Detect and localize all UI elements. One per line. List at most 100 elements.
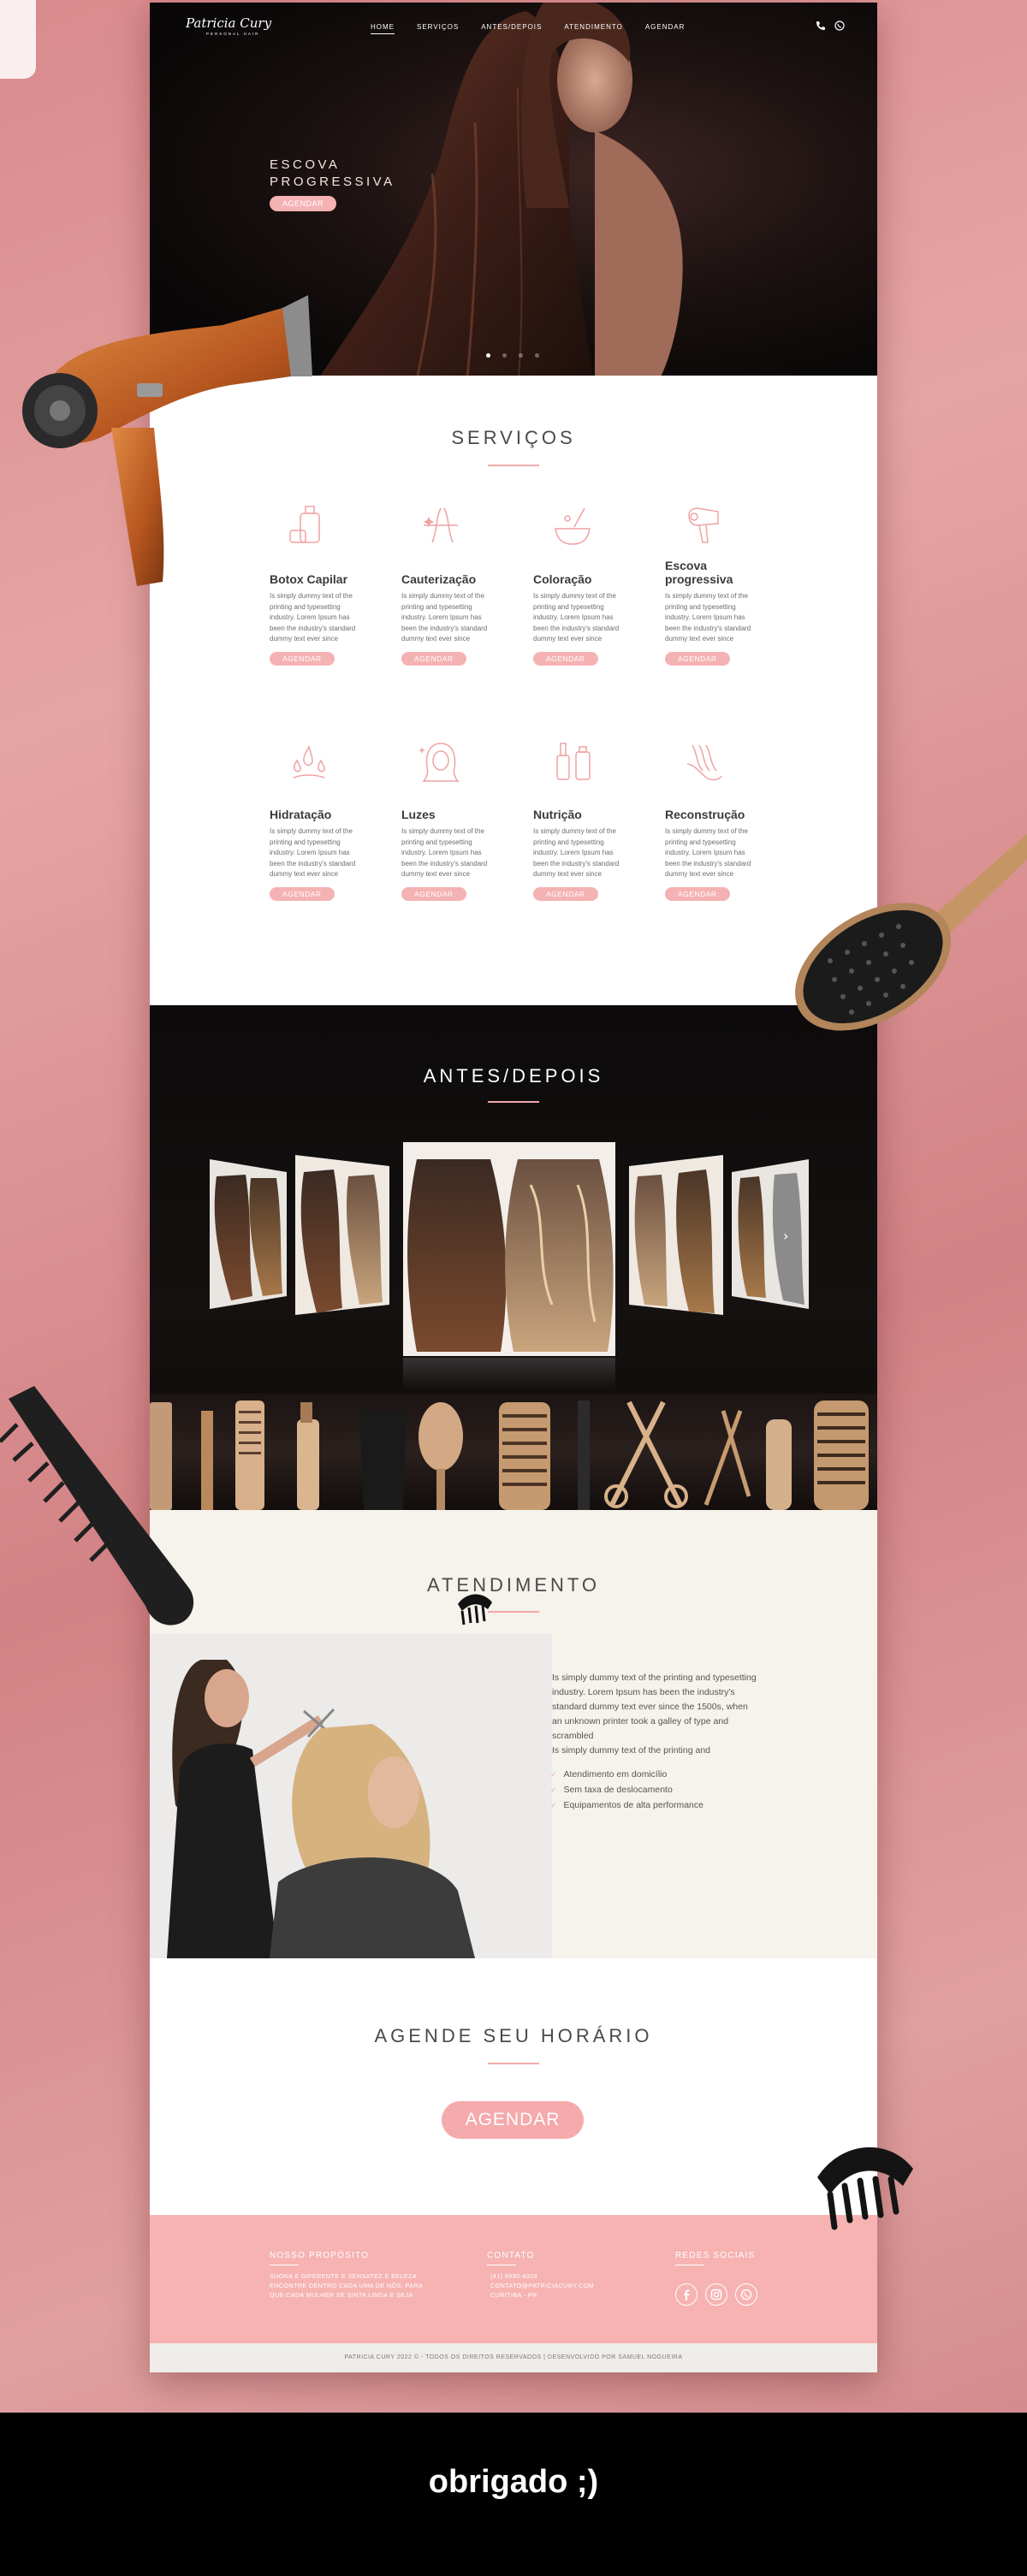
logo-sub: PERSONAL HAIR bbox=[206, 32, 260, 36]
footer: NOSSO PROPÓSITO SUONA E DIFERENTE E SENS… bbox=[150, 2215, 877, 2343]
service-agendar-button[interactable]: AGENDAR bbox=[401, 886, 466, 901]
hero-agendar-button[interactable]: AGENDAR bbox=[270, 196, 337, 211]
service-card: Nutrição Is simply dummy text of the prin… bbox=[533, 738, 636, 901]
sparkle-hair-icon bbox=[424, 507, 458, 543]
antes-depois-title: ANTES/DEPOIS bbox=[423, 1065, 604, 1087]
check-icon: ✓ bbox=[550, 1770, 557, 1779]
logo-name: Patricia Cury bbox=[186, 15, 272, 31]
hair-clip-icon bbox=[458, 1594, 492, 1626]
service-card: Escova progressiva Is simply dummy text o… bbox=[665, 503, 768, 666]
whatsapp-icon[interactable] bbox=[834, 20, 845, 31]
service-description: Is simply dummy text of the printing and… bbox=[533, 827, 620, 879]
atendimento-title: ATENDIMENTO bbox=[426, 1574, 601, 1596]
footer-email[interactable]: CONTATO@PATRICIACURY.COM bbox=[490, 2282, 594, 2289]
hero-title-line1: ESCOVA bbox=[270, 157, 341, 172]
atendimento-text-2: Is simply dummy text of the printing and bbox=[552, 1745, 710, 1756]
comb-image bbox=[0, 1386, 194, 1626]
footer-city: CURITIBA - PR bbox=[490, 2291, 537, 2299]
service-card: Coloração Is simply dummy text of the pri… bbox=[533, 503, 636, 666]
service-card: Reconstrução Is simply dummy text of the … bbox=[665, 738, 768, 901]
service-agendar-button[interactable]: AGENDAR bbox=[270, 886, 335, 901]
service-agendar-button[interactable]: AGENDAR bbox=[401, 651, 466, 666]
service-name: Luzes bbox=[401, 808, 436, 821]
nav-atendimento[interactable]: ATENDIMENTO bbox=[564, 23, 622, 34]
droplets-icon bbox=[293, 745, 325, 779]
antes-depois-section: ANTES/DEPOIS › bbox=[150, 1005, 877, 1510]
service-agendar-button[interactable]: AGENDAR bbox=[270, 651, 335, 666]
hair-dryer-icon bbox=[688, 507, 719, 543]
agende-divider bbox=[488, 2063, 539, 2064]
agende-title: AGENDE SEU HORÁRIO bbox=[374, 2025, 653, 2046]
logo[interactable]: Patricia Cury PERSONAL HAIR bbox=[186, 15, 271, 36]
footer-phone[interactable]: (41) 9990-4003 bbox=[490, 2272, 537, 2280]
carousel-dot[interactable] bbox=[519, 353, 523, 358]
corner-tab bbox=[0, 0, 36, 79]
antes-depois-divider bbox=[488, 1101, 539, 1103]
instagram-icon[interactable] bbox=[705, 2283, 727, 2306]
facebook-icon[interactable] bbox=[675, 2283, 698, 2306]
check-icon: ✓ bbox=[550, 1801, 557, 1809]
atendimento-section: ATENDIMENTO Is simply dummy text of the … bbox=[150, 1510, 877, 1958]
atendimento-features: ✓ Atendimento em domicílio ✓ Sem taxa de d… bbox=[550, 1767, 703, 1813]
agende-agendar-button[interactable]: AGENDAR bbox=[442, 2101, 584, 2139]
atendimento-photo bbox=[150, 1634, 552, 1958]
nav-antes-depois[interactable]: ANTES/DEPOIS bbox=[481, 23, 542, 34]
nav-agendar[interactable]: AGENDAR bbox=[645, 23, 686, 34]
footer-proposito-line: ENCONTRE DENTRO CADA UMA DE NÓS, PARA bbox=[270, 2282, 424, 2289]
footer-contato-text: (41) 9990-4003 CONTATO@PATRICIACURY.COM … bbox=[490, 2271, 594, 2300]
phone-icon[interactable] bbox=[816, 20, 826, 30]
main-menu: HOME SERVIÇOS ANTES/DEPOIS ATENDIMENTO A… bbox=[371, 23, 685, 34]
footer-proposito-line: SUONA E DIFERENTE E SENSATEZ E BELEZA bbox=[270, 2272, 418, 2280]
service-agendar-button[interactable]: AGENDAR bbox=[533, 886, 598, 901]
feature-label: Atendimento em domicílio bbox=[563, 1769, 668, 1780]
service-card: Cauterização Is simply dummy text of the … bbox=[401, 503, 504, 666]
nav-servicos[interactable]: SERVIÇOS bbox=[417, 23, 459, 34]
service-name: Cauterização bbox=[401, 572, 477, 586]
service-description: Is simply dummy text of the printing and… bbox=[401, 827, 488, 879]
nav-home[interactable]: HOME bbox=[371, 23, 395, 34]
service-agendar-button[interactable]: AGENDAR bbox=[665, 651, 730, 666]
service-description: Is simply dummy text of the printing and… bbox=[533, 592, 620, 643]
whatsapp-icon[interactable] bbox=[735, 2283, 757, 2306]
atendimento-description: Is simply dummy text of the printing and… bbox=[552, 1671, 757, 1758]
check-icon: ✓ bbox=[550, 1785, 557, 1794]
service-name: Escova progressiva bbox=[665, 559, 733, 586]
carousel-dot[interactable] bbox=[535, 353, 539, 358]
service-name: Hidratação bbox=[270, 808, 332, 821]
service-description: Is simply dummy text of the printing and… bbox=[270, 827, 356, 879]
color-bowl-icon bbox=[555, 507, 591, 545]
service-agendar-button[interactable]: AGENDAR bbox=[665, 886, 730, 901]
hero-title-line2: PROGRESSIVA bbox=[270, 175, 395, 189]
service-description: Is simply dummy text of the printing and… bbox=[665, 592, 751, 643]
copyright: PATRICIA CURY 2022 © - TODOS OS DIREITOS… bbox=[150, 2343, 877, 2372]
service-agendar-button[interactable]: AGENDAR bbox=[533, 651, 598, 666]
before-after-carousel[interactable]: › bbox=[150, 1125, 877, 1390]
top-navbar: Patricia Cury PERSONAL HAIR HOME SERVIÇO… bbox=[150, 3, 877, 52]
hair-dryer-image bbox=[22, 295, 312, 586]
carousel-dot[interactable] bbox=[502, 353, 507, 358]
footer-proposito-line: QUE CADA MULHER SE SINTA LINDA E SEJA bbox=[270, 2291, 413, 2299]
hero-title: ESCOVA PROGRESSIVA bbox=[270, 157, 441, 191]
services-divider bbox=[488, 465, 539, 466]
footer-contato-title: CONTATO bbox=[487, 2251, 535, 2260]
feature-item: ✓ Atendimento em domicílio bbox=[550, 1767, 703, 1782]
service-description: Is simply dummy text of the printing and… bbox=[270, 592, 356, 643]
service-name: Nutrição bbox=[533, 808, 582, 821]
feature-label: Equipamentos de alta performance bbox=[563, 1800, 703, 1810]
service-name: Reconstrução bbox=[665, 808, 745, 821]
hair-brush-image bbox=[795, 834, 1027, 1031]
woman-highlights-icon bbox=[419, 743, 460, 782]
feature-item: ✓ Equipamentos de alta performance bbox=[550, 1797, 703, 1813]
footer-redes-title: REDES SOCIAIS bbox=[675, 2251, 756, 2260]
service-card: Luzes Is simply dummy text of the printin… bbox=[401, 738, 504, 901]
carousel-dot[interactable] bbox=[486, 353, 490, 358]
carousel-dots bbox=[486, 353, 539, 358]
hair-tools-image bbox=[150, 1394, 877, 1510]
atendimento-text: Is simply dummy text of the printing and… bbox=[552, 1673, 757, 1741]
thanks-text: obrigado ;) bbox=[428, 2464, 599, 2500]
service-name: Coloração bbox=[533, 572, 592, 586]
footer-proposito-title: NOSSO PROPÓSITO bbox=[270, 2251, 370, 2260]
hair-clip-image bbox=[817, 2147, 913, 2230]
svg-text:›: › bbox=[783, 1228, 788, 1244]
service-description: Is simply dummy text of the printing and… bbox=[665, 827, 751, 879]
